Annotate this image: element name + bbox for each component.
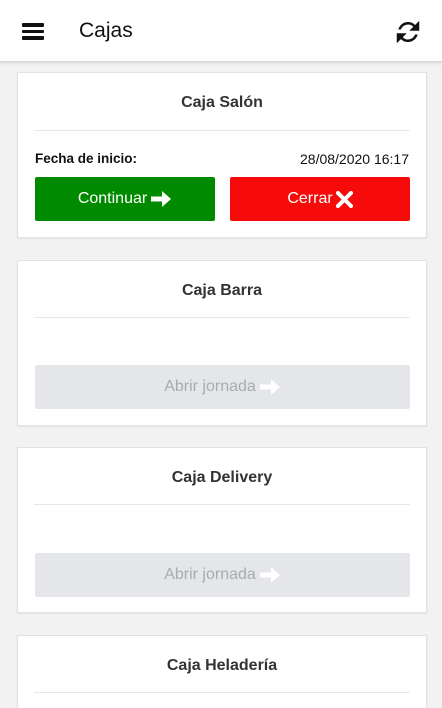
caja-card-heladeria: Caja Heladería (17, 635, 427, 708)
continue-button-label: Continuar (77, 190, 148, 207)
arrow-right-icon (151, 191, 172, 207)
card-title: Caja Delivery (171, 469, 273, 486)
continue-button[interactable]: Continuar (35, 177, 215, 221)
caja-card-delivery: Caja Delivery Abrir jornada (17, 447, 427, 613)
start-date-label: Fecha de inicio: (35, 151, 138, 166)
page-title: Cajas (79, 19, 133, 42)
card-divider (34, 692, 410, 693)
card-title: Caja Salón (181, 94, 263, 111)
open-shift-label: Abrir jornada (164, 566, 256, 583)
open-shift-button-delivery[interactable]: Abrir jornada (35, 553, 410, 597)
start-date-value: 28/08/2020 16:17 (300, 151, 409, 167)
close-button[interactable]: Cerrar (230, 177, 410, 221)
hamburger-menu-icon[interactable] (22, 21, 46, 41)
arrow-right-icon (259, 567, 280, 583)
card-divider (34, 317, 410, 318)
card-divider (34, 130, 410, 131)
open-shift-button-barra[interactable]: Abrir jornada (35, 365, 410, 409)
arrow-right-icon (259, 379, 280, 395)
caja-card-salon: Caja Salón Fecha de inicio: 28/08/2020 1… (17, 72, 427, 238)
close-button-label: Cerrar (287, 190, 333, 207)
refresh-icon[interactable] (393, 17, 423, 47)
card-title: Caja Heladería (166, 657, 278, 674)
close-x-icon (335, 190, 353, 208)
caja-card-barra: Caja Barra Abrir jornada (17, 260, 427, 426)
card-divider (34, 504, 410, 505)
card-title: Caja Barra (181, 282, 263, 299)
app-bar: Cajas (0, 0, 442, 62)
open-shift-label: Abrir jornada (164, 378, 256, 395)
